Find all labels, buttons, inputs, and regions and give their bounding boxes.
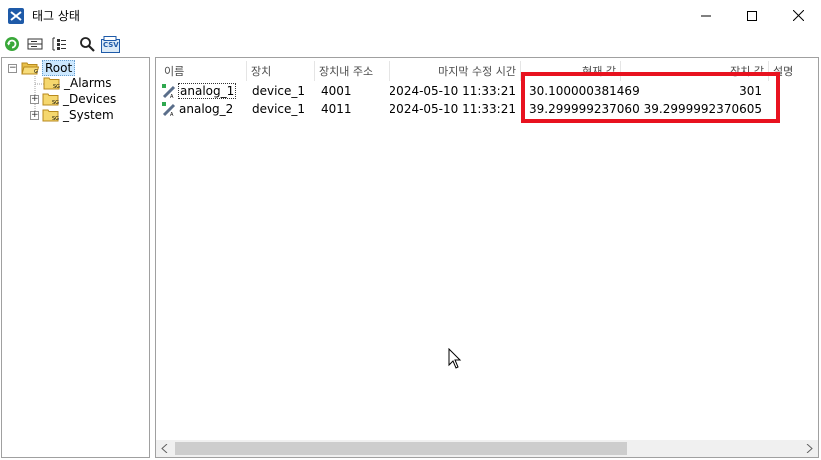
- csv-label: CSV: [103, 41, 119, 49]
- column-header-address[interactable]: 장치내 주소: [315, 61, 390, 81]
- svg-text:SG: SG: [52, 116, 59, 122]
- cell-name: analog_2: [179, 102, 234, 116]
- cell-address: 4011: [321, 102, 352, 116]
- svg-text:SG: SG: [52, 100, 59, 106]
- csv-export-button[interactable]: CSV: [100, 35, 120, 53]
- cell-modified: 2024-05-10 11:33:21: [390, 102, 516, 116]
- close-icon: [792, 10, 804, 21]
- expand-icon: [52, 37, 66, 51]
- window-title: 태그 상태: [32, 9, 80, 23]
- maximize-button[interactable]: [729, 0, 775, 31]
- expand-toggle[interactable]: +: [30, 94, 39, 104]
- tree-item-alarms[interactable]: SG _Alarms: [43, 75, 112, 91]
- horizontal-scrollbar[interactable]: [156, 440, 818, 457]
- cell-name: analog_1: [178, 83, 237, 99]
- highlight-annotation: [521, 72, 780, 123]
- tree-item-devices[interactable]: + SG _Devices: [30, 91, 116, 107]
- column-header-device[interactable]: 장치: [247, 61, 315, 81]
- minimize-icon: [701, 15, 711, 16]
- minimize-button[interactable]: [683, 0, 729, 31]
- tree-label: _Devices: [63, 92, 117, 106]
- scroll-left-icon[interactable]: [161, 444, 169, 453]
- cell-device: device_1: [252, 102, 306, 116]
- search-button[interactable]: [78, 35, 96, 53]
- tree-item-system[interactable]: + SG _System: [30, 107, 114, 123]
- cell-modified: 2024-05-10 11:33:21: [390, 84, 516, 98]
- svg-text:A: A: [170, 94, 174, 99]
- mouse-cursor-icon: [448, 348, 462, 369]
- tag-analog-icon: A: [162, 84, 176, 99]
- expand-toggle[interactable]: +: [30, 110, 39, 120]
- folder-icon: SG: [42, 93, 59, 106]
- folder-icon: SG: [42, 109, 59, 122]
- toolbar: CSV: [0, 31, 821, 57]
- app-logo-icon: [8, 8, 24, 24]
- tag-analog-icon: A: [162, 102, 176, 117]
- expand-all-button[interactable]: [50, 35, 68, 53]
- cell-address: 4001: [321, 84, 352, 98]
- close-button[interactable]: [775, 0, 821, 31]
- column-header-modified[interactable]: 마지막 수정 시간: [390, 61, 521, 81]
- refresh-button[interactable]: [3, 35, 21, 53]
- tree-label: _Alarms: [64, 76, 112, 90]
- maximize-icon: [747, 10, 757, 21]
- collapse-icon: [27, 38, 43, 50]
- scrollbar-thumb[interactable]: [175, 442, 627, 455]
- column-header-name[interactable]: 이름: [160, 61, 247, 81]
- title-bar: 태그 상태: [0, 0, 821, 31]
- folder-icon: SG: [43, 77, 60, 90]
- tag-tree: − G Root SG _Alarms + SG _Devices + SG _: [1, 57, 150, 458]
- tree-label: _System: [63, 108, 114, 122]
- refresh-icon: [5, 37, 19, 51]
- collapse-all-button[interactable]: [26, 35, 44, 53]
- cell-device: device_1: [252, 84, 306, 98]
- svg-text:SG: SG: [53, 84, 60, 90]
- svg-text:A: A: [170, 112, 174, 117]
- search-icon: [80, 37, 95, 52]
- scroll-right-icon[interactable]: [806, 444, 814, 453]
